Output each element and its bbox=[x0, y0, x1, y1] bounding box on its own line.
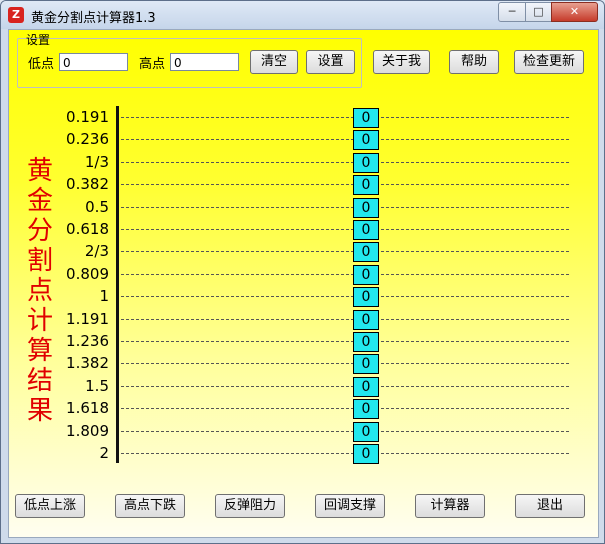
result-value: 0 bbox=[353, 377, 379, 397]
result-value: 0 bbox=[353, 354, 379, 374]
ratio-axis bbox=[116, 106, 119, 463]
maximize-button[interactable]: □ bbox=[525, 2, 552, 22]
guide-line bbox=[121, 139, 569, 140]
pullback-support-button[interactable]: 回调支撑 bbox=[315, 494, 385, 518]
ratio-label: 1.382 bbox=[66, 354, 109, 372]
main-panel: 设置 低点 0 高点 0 清空 设置 关于我 帮助 检查更新 黄金分割点计算结果… bbox=[8, 29, 599, 538]
guide-line bbox=[121, 117, 569, 118]
result-value: 0 bbox=[353, 444, 379, 464]
help-button[interactable]: 帮助 bbox=[449, 50, 499, 74]
result-value: 0 bbox=[353, 130, 379, 150]
calculator-button[interactable]: 计算器 bbox=[415, 494, 485, 518]
ratio-label: 2 bbox=[99, 444, 109, 462]
minimize-button[interactable]: ─ bbox=[498, 2, 526, 22]
ratio-label: 0.191 bbox=[66, 108, 109, 126]
ratio-label: 0.382 bbox=[66, 175, 109, 193]
result-value: 0 bbox=[353, 242, 379, 262]
ratio-label: 1.5 bbox=[85, 377, 109, 395]
result-value: 0 bbox=[353, 108, 379, 128]
ratio-label: 1.809 bbox=[66, 422, 109, 440]
guide-line bbox=[121, 184, 569, 185]
guide-line bbox=[121, 274, 569, 275]
window-title: 黄金分割点计算器1.3 bbox=[31, 11, 156, 26]
result-value: 0 bbox=[353, 422, 379, 442]
guide-line bbox=[121, 363, 569, 364]
result-value: 0 bbox=[353, 220, 379, 240]
rebound-resistance-button[interactable]: 反弹阻力 bbox=[215, 494, 285, 518]
ratio-label: 2/3 bbox=[84, 242, 109, 260]
ratio-label: 1.618 bbox=[66, 399, 109, 417]
result-value: 0 bbox=[353, 310, 379, 330]
ratio-label: 0.618 bbox=[66, 220, 109, 238]
ratio-label: 1/3 bbox=[84, 153, 109, 171]
guide-line bbox=[121, 386, 569, 387]
settings-group-label: 设置 bbox=[26, 33, 51, 47]
ratio-label: 1.236 bbox=[66, 332, 109, 350]
result-value: 0 bbox=[353, 175, 379, 195]
result-value: 0 bbox=[353, 153, 379, 173]
high-label: 高点 bbox=[139, 57, 166, 72]
guide-line bbox=[121, 431, 569, 432]
app-logo-icon: Z bbox=[8, 7, 24, 23]
ratio-label: 0.5 bbox=[85, 198, 109, 216]
result-value: 0 bbox=[353, 198, 379, 218]
about-button[interactable]: 关于我 bbox=[373, 50, 430, 74]
guide-line bbox=[121, 207, 569, 208]
guide-line bbox=[121, 162, 569, 163]
low-rise-button[interactable]: 低点上涨 bbox=[15, 494, 85, 518]
ratio-label: 1.191 bbox=[66, 310, 109, 328]
result-value: 0 bbox=[353, 332, 379, 352]
ratio-label: 0.236 bbox=[66, 130, 109, 148]
guide-line bbox=[121, 296, 569, 297]
low-input[interactable]: 0 bbox=[59, 53, 128, 71]
settings-button[interactable]: 设置 bbox=[306, 50, 355, 74]
low-label: 低点 bbox=[28, 57, 55, 72]
title-bar[interactable]: Z 黄金分割点计算器1.3 ─ □ ✕ bbox=[1, 1, 604, 29]
ratio-label: 1 bbox=[99, 287, 109, 305]
guide-line bbox=[121, 453, 569, 454]
check-update-button[interactable]: 检查更新 bbox=[514, 50, 584, 74]
guide-line bbox=[121, 408, 569, 409]
exit-button[interactable]: 退出 bbox=[515, 494, 585, 518]
guide-line bbox=[121, 251, 569, 252]
app-window: Z 黄金分割点计算器1.3 ─ □ ✕ 设置 低点 0 高点 0 清空 设置 关… bbox=[0, 0, 605, 544]
guide-line bbox=[121, 341, 569, 342]
result-value: 0 bbox=[353, 287, 379, 307]
clear-button[interactable]: 清空 bbox=[250, 50, 298, 74]
result-value: 0 bbox=[353, 265, 379, 285]
high-input[interactable]: 0 bbox=[170, 53, 239, 71]
result-value: 0 bbox=[353, 399, 379, 419]
guide-line bbox=[121, 229, 569, 230]
ratio-label: 0.809 bbox=[66, 265, 109, 283]
close-button[interactable]: ✕ bbox=[551, 2, 598, 22]
guide-line bbox=[121, 319, 569, 320]
high-fall-button[interactable]: 高点下跌 bbox=[115, 494, 185, 518]
